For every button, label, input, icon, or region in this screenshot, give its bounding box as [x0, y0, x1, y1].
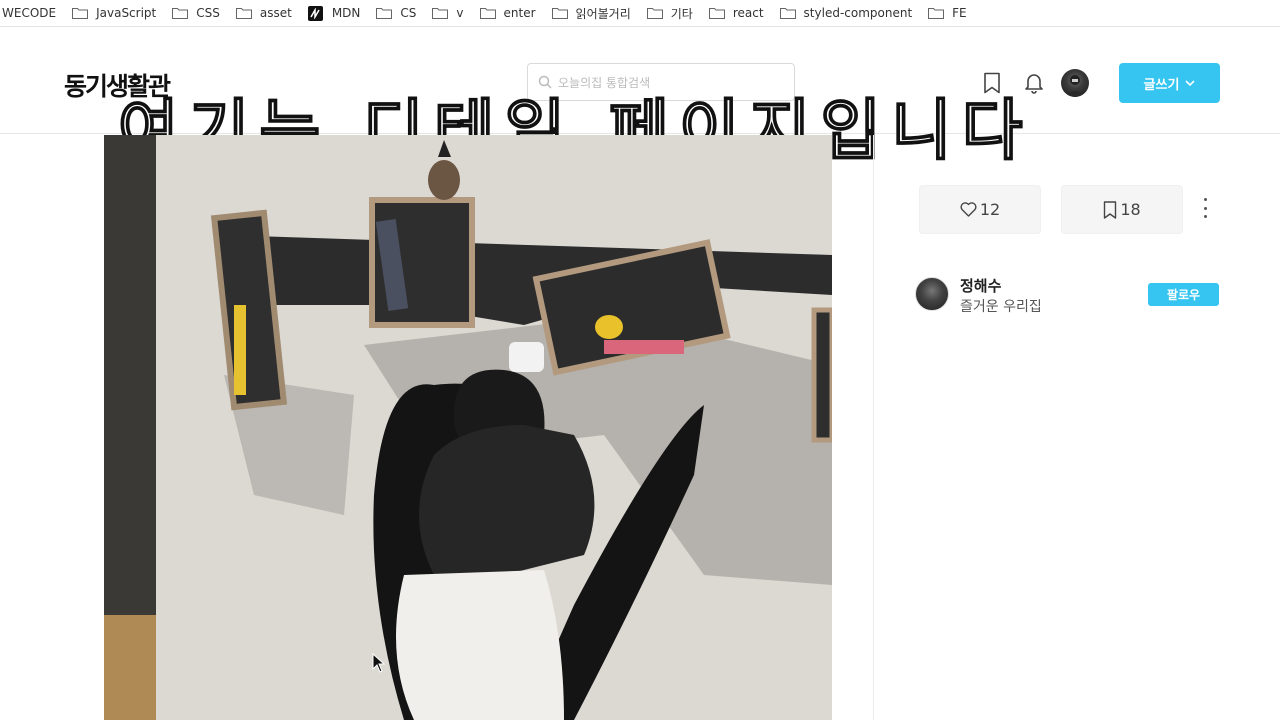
- bell-icon[interactable]: [1024, 72, 1044, 94]
- folder-icon: [376, 8, 393, 19]
- scrap-button[interactable]: 18: [1061, 185, 1183, 234]
- bookmark-label: enter: [503, 6, 536, 20]
- more-dot: [1203, 215, 1207, 218]
- more-options-icon[interactable]: [1197, 198, 1213, 218]
- folder-icon: [646, 8, 663, 19]
- folder-icon: [479, 8, 496, 19]
- bookmark-v[interactable]: v: [424, 0, 471, 26]
- bookmark-label: v: [456, 6, 464, 20]
- search-icon: [538, 75, 552, 89]
- folder-icon: [928, 8, 945, 19]
- folder-icon: [551, 8, 568, 19]
- bookmark-cs[interactable]: CS: [368, 0, 424, 26]
- write-button[interactable]: 글쓰기: [1119, 63, 1220, 103]
- site-header: 동기생활관 오늘의집 통합검색 여기는 디테일 페이지입니다 글쓰기: [0, 27, 1280, 170]
- bookmark-mdn[interactable]: MDN: [300, 0, 369, 26]
- site-logo[interactable]: 동기생활관: [64, 67, 171, 103]
- bookmark-label: FE: [952, 6, 967, 20]
- follow-button[interactable]: 팔로우: [1148, 283, 1219, 306]
- bookmark-reading[interactable]: 읽어볼거리: [544, 0, 639, 26]
- bookmark-label: MDN: [331, 6, 361, 20]
- bookmark-label: JavaScript: [96, 6, 157, 20]
- folder-icon: [235, 8, 252, 19]
- bookmark-asset[interactable]: asset: [228, 0, 300, 26]
- more-dot: [1203, 206, 1207, 210]
- folder-icon: [779, 8, 796, 19]
- scrap-count: 18: [1120, 200, 1141, 219]
- bookmark-label: CS: [400, 6, 417, 20]
- bookmark-label: WECODE: [2, 6, 57, 20]
- avatar[interactable]: [1061, 69, 1089, 97]
- folder-icon: [432, 8, 449, 19]
- folder-icon: [72, 8, 89, 19]
- bookmark-etc[interactable]: 기타: [639, 0, 701, 26]
- post-photo-image: [104, 135, 832, 720]
- sidebar-divider: [873, 135, 874, 720]
- author-name[interactable]: 정해수: [960, 275, 1001, 296]
- bookmark-wecode[interactable]: WECODE: [0, 0, 64, 26]
- mdn-logo-icon: [307, 5, 323, 21]
- bookmark-fe[interactable]: FE: [920, 0, 974, 26]
- bookmark-label: styled-component: [803, 6, 913, 20]
- bookmark-enter[interactable]: enter: [472, 0, 544, 26]
- bookmarks-bar: WECODE JavaScript CSS asset MDN CS v ent…: [0, 0, 1280, 27]
- bookmark-javascript[interactable]: JavaScript: [64, 0, 164, 26]
- bookmark-label: 읽어볼거리: [575, 6, 631, 21]
- folder-icon: [708, 8, 725, 19]
- bookmark-icon[interactable]: [983, 72, 1001, 94]
- post-photo: [104, 135, 832, 720]
- search-placeholder: 오늘의집 통합검색: [558, 75, 651, 90]
- bookmark-label: asset: [259, 6, 292, 20]
- bookmark-css[interactable]: CSS: [164, 0, 228, 26]
- like-button[interactable]: 12: [919, 185, 1041, 234]
- heart-icon: [960, 202, 977, 217]
- follow-button-label: 팔로우: [1166, 288, 1201, 302]
- chevron-down-icon: [1185, 79, 1196, 86]
- folder-icon: [172, 8, 189, 19]
- like-count: 12: [979, 200, 1001, 219]
- author-bio: 즐거운 우리집: [960, 299, 1042, 315]
- bookmark-label: react: [732, 6, 764, 20]
- search-input[interactable]: 오늘의집 통합검색: [527, 63, 795, 101]
- bookmark-icon: [1104, 200, 1117, 219]
- avatar-image: [1065, 75, 1085, 97]
- author-avatar[interactable]: [915, 277, 949, 311]
- bookmark-label: 기타: [670, 6, 693, 21]
- bookmark-label: CSS: [196, 6, 220, 20]
- bookmark-styled-component[interactable]: styled-component: [772, 0, 921, 26]
- bookmark-react[interactable]: react: [701, 0, 772, 26]
- more-dot: [1203, 198, 1207, 201]
- write-button-label: 글쓰기: [1143, 77, 1180, 93]
- mouse-cursor-icon: [372, 653, 386, 673]
